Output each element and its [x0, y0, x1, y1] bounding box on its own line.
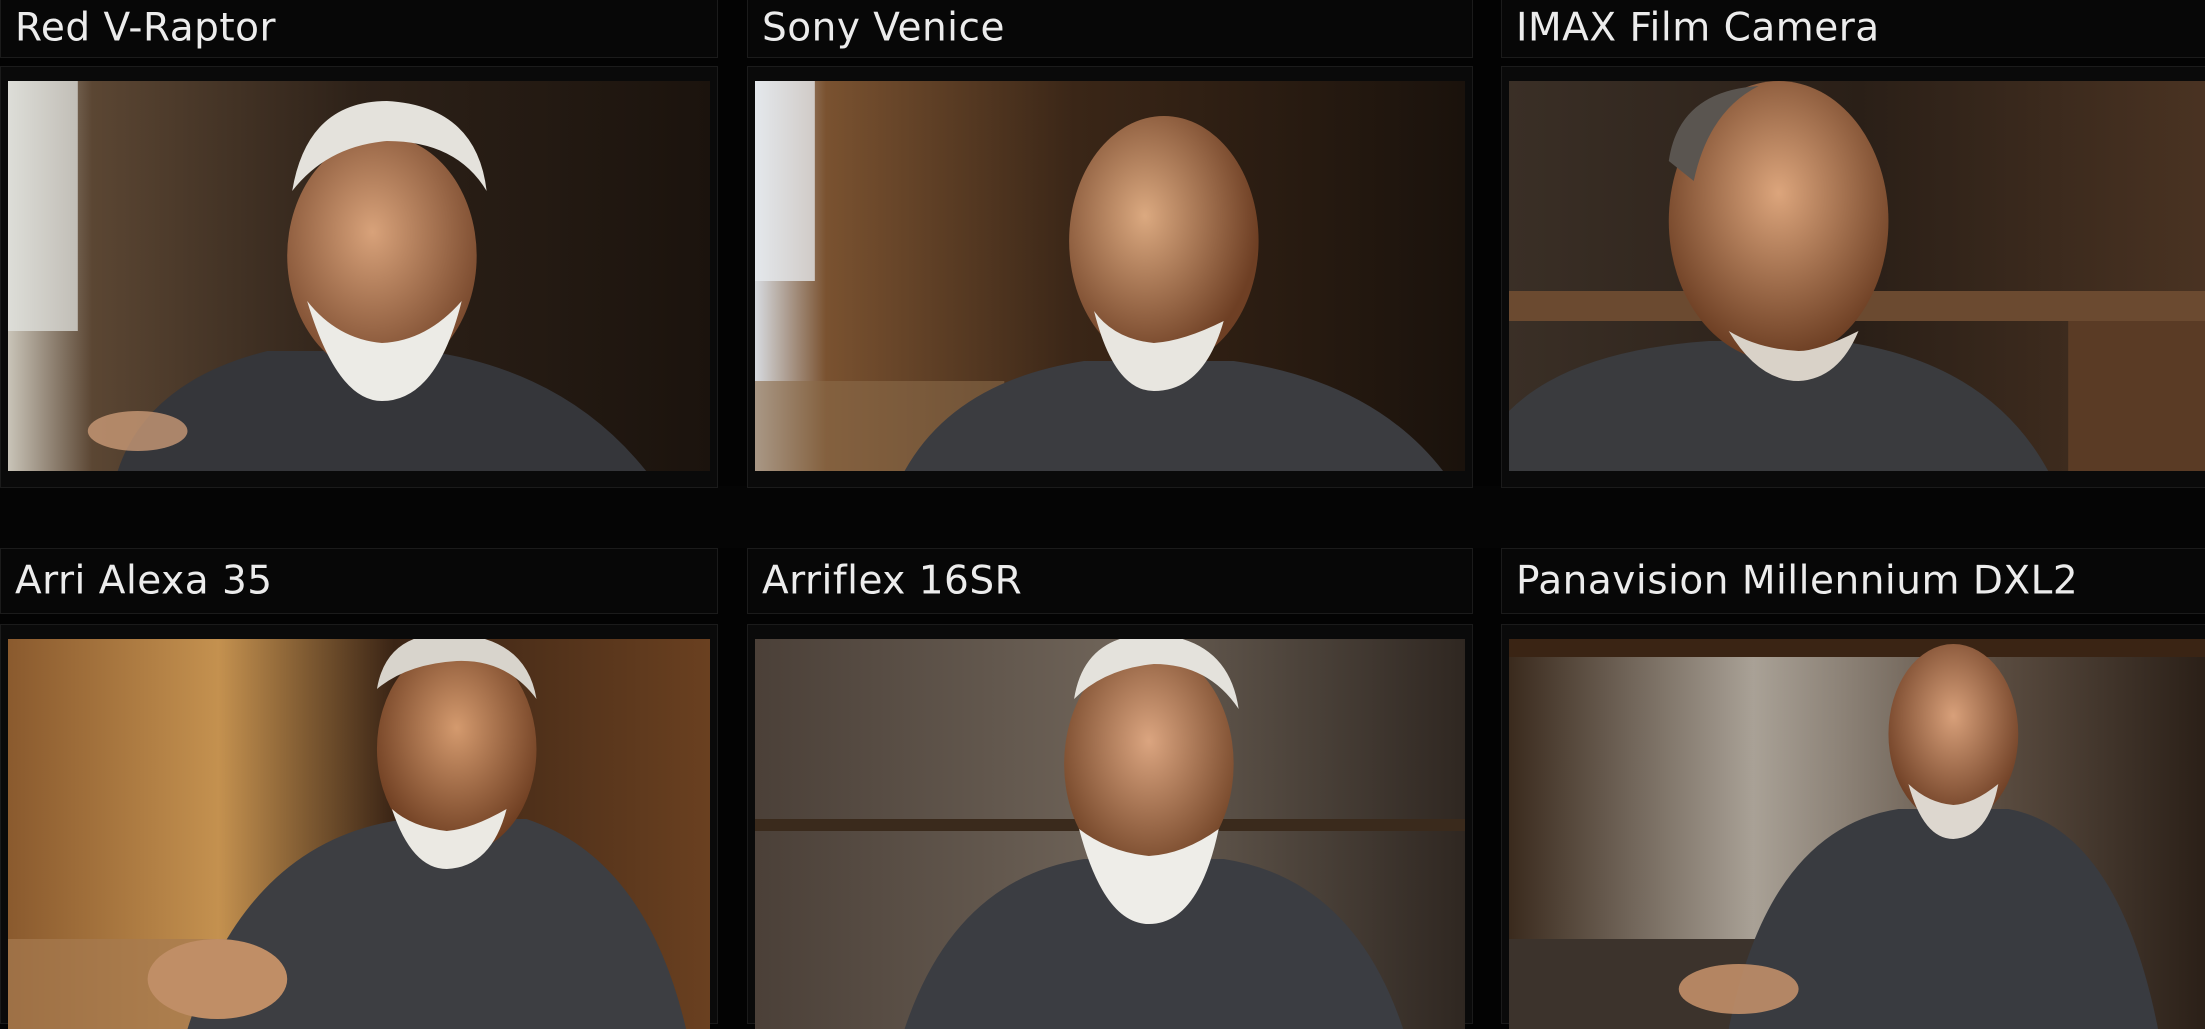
image-frame [1501, 624, 2205, 1029]
portrait-image[interactable] [755, 81, 1465, 471]
portrait-image[interactable] [8, 639, 710, 1029]
portrait-image[interactable] [1509, 81, 2205, 471]
card-title: Panavision Millennium DXL2 [1516, 558, 2079, 604]
camera-card-sony-venice[interactable]: Sony Venice [747, 0, 1473, 488]
card-title-box: Panavision Millennium DXL2 [1501, 548, 2205, 614]
image-frame [0, 624, 718, 1029]
card-title: Sony Venice [762, 5, 1005, 51]
card-title-box: IMAX Film Camera [1501, 0, 2205, 58]
card-title-box: Arriflex 16SR [747, 548, 1473, 614]
card-title: Arriflex 16SR [762, 558, 1023, 604]
card-title: Arri Alexa 35 [15, 558, 273, 604]
card-title-box: Red V-Raptor [0, 0, 718, 58]
camera-card-panavision-millennium-dxl2[interactable]: Panavision Millennium DXL2 [1501, 548, 2205, 1029]
image-frame [747, 66, 1473, 488]
camera-card-arriflex-16sr[interactable]: Arriflex 16SR [747, 548, 1473, 1029]
camera-card-arri-alexa-35[interactable]: Arri Alexa 35 [0, 548, 718, 1029]
camera-card-imax-film-camera[interactable]: IMAX Film Camera [1501, 0, 2205, 488]
portrait-image[interactable] [8, 81, 710, 471]
portrait-image[interactable] [755, 639, 1465, 1029]
grid-divider [0, 486, 2205, 548]
card-title-box: Sony Venice [747, 0, 1473, 58]
portrait-image[interactable] [1509, 639, 2205, 1029]
card-title: Red V-Raptor [15, 5, 277, 51]
card-title: IMAX Film Camera [1516, 5, 1880, 51]
camera-card-red-v-raptor[interactable]: Red V-Raptor [0, 0, 718, 488]
card-title-box: Arri Alexa 35 [0, 548, 718, 614]
image-frame [0, 66, 718, 488]
image-frame [1501, 66, 2205, 488]
image-frame [747, 624, 1473, 1029]
